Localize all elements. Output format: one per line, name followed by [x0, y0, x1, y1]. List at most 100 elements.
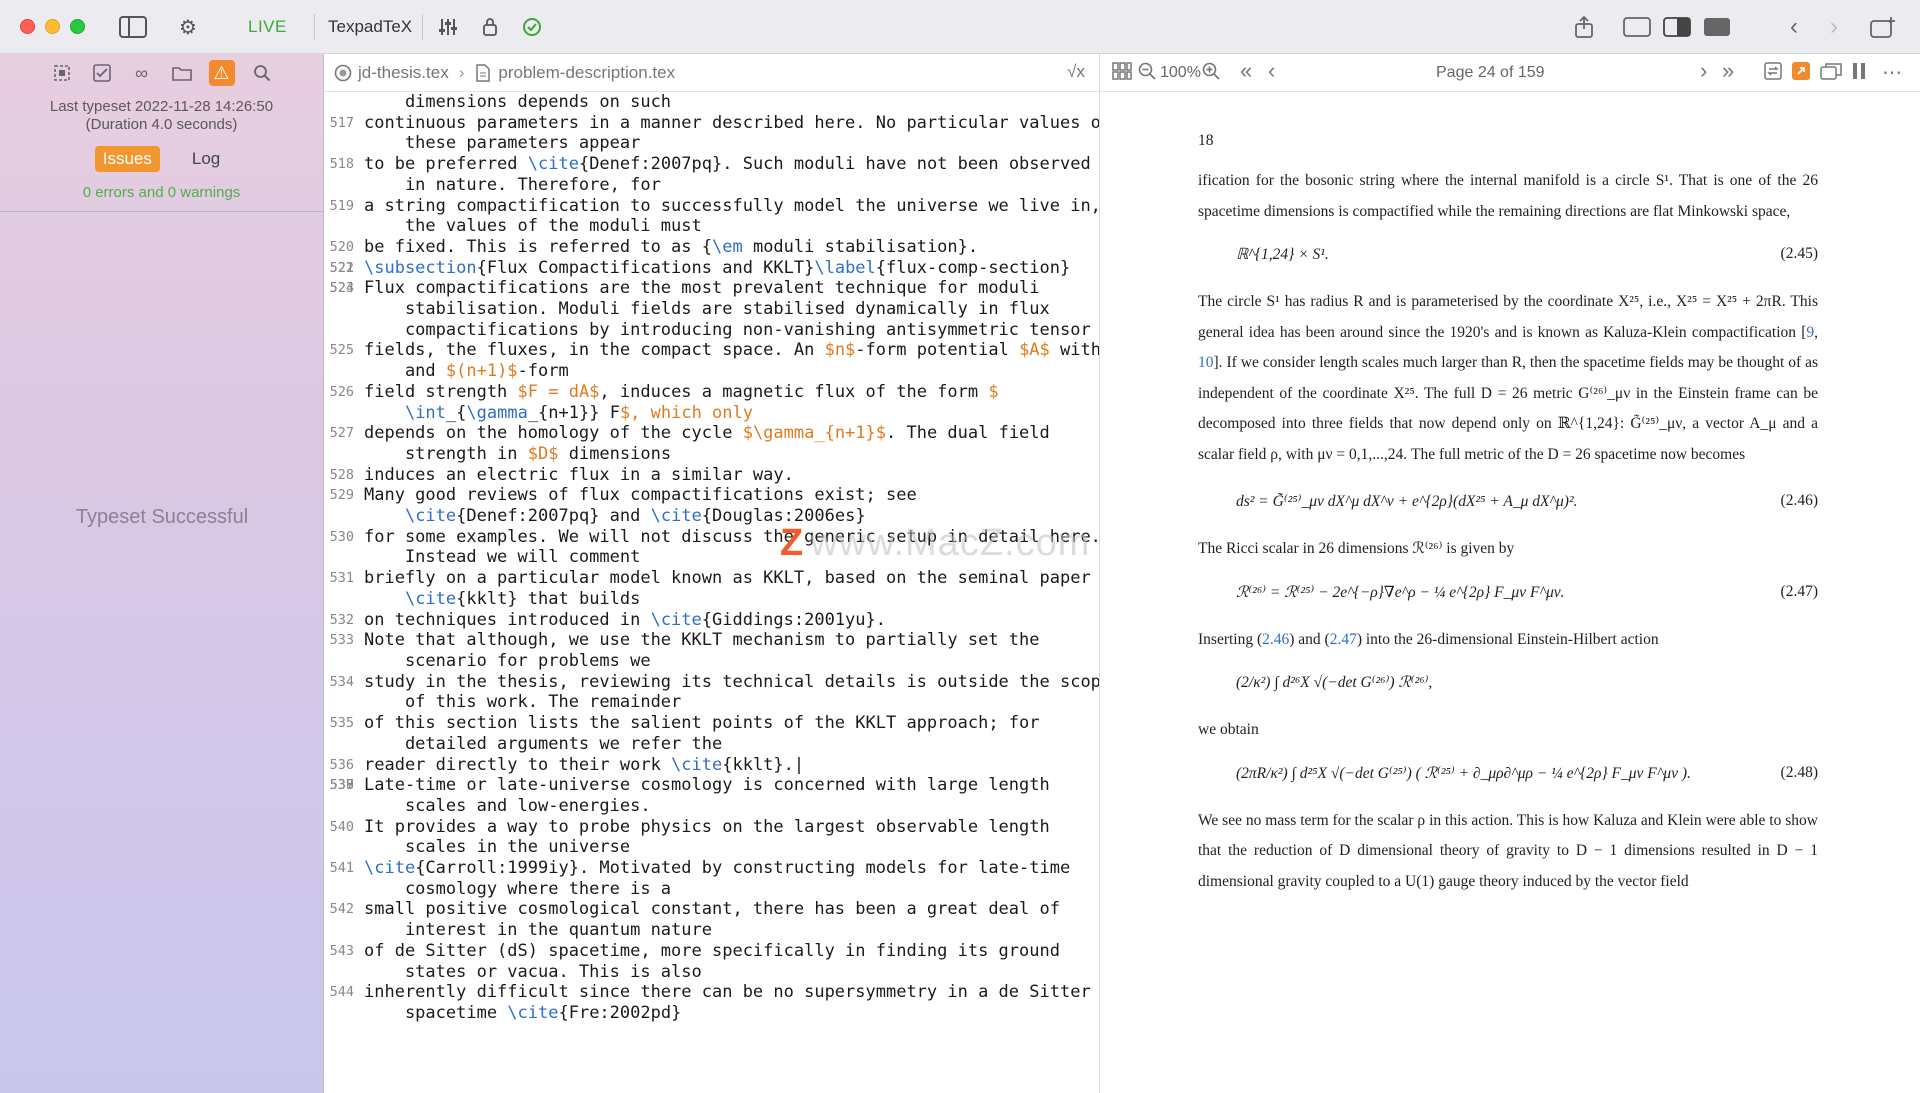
code-text: cosmology where there is a — [364, 878, 672, 899]
code-line[interactable]: 536 reader directly to their work \cite{k… — [324, 755, 1099, 776]
checklist-icon[interactable] — [89, 60, 115, 86]
last-page-icon[interactable]: » — [1722, 58, 1734, 84]
code-line[interactable]: dimensions depends on such — [324, 92, 1099, 113]
line-number: 542 — [329, 901, 354, 918]
code-line[interactable]: cosmology where there is a — [324, 878, 1099, 900]
code-text: in nature. Therefore, for — [364, 174, 661, 195]
code-line[interactable]: \cite{kklt} that builds — [324, 589, 1099, 610]
code-text: dimensions depends on such — [364, 92, 672, 112]
code-line[interactable]: 524 Flux compactifications are the most p… — [324, 278, 1099, 299]
line-number: 528 — [329, 466, 354, 483]
minimize-window-button[interactable] — [45, 19, 60, 34]
code-line[interactable]: in nature. Therefore, for — [324, 174, 1099, 196]
layout-right-icon[interactable] — [1700, 11, 1734, 43]
code-line[interactable]: 531 briefly on a particular model known a… — [324, 568, 1099, 589]
engine-selector[interactable]: TexpadTeX — [328, 11, 412, 43]
infinity-icon[interactable]: ∞ — [129, 60, 155, 86]
code-line[interactable]: \int_{\gamma_{n+1}} F$, which only — [324, 403, 1099, 424]
more-icon[interactable]: ⋯ — [1882, 60, 1902, 85]
code-line[interactable]: 517 continuous parameters in a manner des… — [324, 113, 1099, 134]
code-line[interactable]: 542 small positive cosmological constant,… — [324, 899, 1099, 920]
code-line[interactable]: of this work. The remainder — [324, 692, 1099, 713]
layout-left-icon[interactable] — [1620, 11, 1654, 43]
code-line[interactable]: 532 on techniques introduced in \cite{Gid… — [324, 610, 1099, 631]
code-line[interactable]: the values of the moduli must — [324, 216, 1099, 237]
pause-icon[interactable] — [1852, 62, 1866, 85]
code-line[interactable]: scenario for problems we — [324, 651, 1099, 672]
new-window-icon[interactable] — [1866, 11, 1900, 43]
code-line[interactable]: 534 study in the thesis, reviewing its te… — [324, 672, 1099, 693]
code-line[interactable]: scales and low-energies. — [324, 796, 1099, 817]
code-line[interactable]: and $(n+1)$-form — [324, 361, 1099, 382]
document-icon — [474, 63, 492, 82]
project-icon — [334, 64, 352, 82]
code-text: these parameters appear — [364, 133, 641, 154]
folder-icon[interactable] — [169, 60, 195, 86]
first-page-icon[interactable]: « — [1240, 58, 1252, 84]
zoom-window-button[interactable] — [70, 19, 85, 34]
zoom-in-icon[interactable] — [1202, 62, 1220, 85]
code-line[interactable]: scales in the universe — [324, 837, 1099, 858]
close-window-button[interactable] — [20, 19, 35, 34]
code-line[interactable]: 533 Note that although, we use the KKLT m… — [324, 630, 1099, 651]
zoom-level[interactable]: 100% — [1160, 64, 1201, 82]
code-line[interactable]: 526 field strength $F = dA$, induces a ma… — [324, 382, 1099, 403]
layout-split-icon[interactable] — [1660, 11, 1694, 43]
back-icon[interactable]: ‹ — [1782, 11, 1806, 43]
paragraph-text: ) and ( — [1289, 630, 1330, 648]
code-line[interactable]: 519 a string compactification to successf… — [324, 196, 1099, 217]
code-line[interactable]: strength in $D$ dimensions — [324, 444, 1099, 465]
code-line[interactable]: spacetime \cite{Fre:2002pd} — [324, 1003, 1099, 1024]
outline-icon[interactable] — [49, 60, 75, 86]
tab-issues[interactable]: Issues — [94, 146, 160, 172]
code-line[interactable]: 539 Late-time or late-universe cosmology … — [324, 775, 1099, 796]
sliders-icon[interactable] — [432, 11, 464, 43]
citation-link[interactable]: 10 — [1198, 354, 1214, 371]
share-icon[interactable] — [1568, 11, 1600, 43]
sync-icon[interactable] — [1764, 62, 1782, 85]
code-line[interactable]: 544 inherently difficult since there can … — [324, 982, 1099, 1003]
pdf-pane: 100% « ‹ Page 24 of 159 › » ⋯ 18 ificati… — [1100, 54, 1920, 1093]
next-page-icon[interactable]: › — [1700, 58, 1707, 84]
breadcrumb-file[interactable]: problem-description.tex — [498, 63, 675, 83]
code-line[interactable]: compactifications by introducing non-van… — [324, 320, 1099, 341]
forward-icon[interactable]: › — [1822, 11, 1846, 43]
code-line[interactable]: 520 be fixed. This is referred to as {\em… — [324, 237, 1099, 258]
code-line[interactable]: these parameters appear — [324, 133, 1099, 154]
code-line[interactable]: 528 induces an electric flux in a similar… — [324, 465, 1099, 486]
code-line[interactable]: 522 \subsection{Flux Compactifications an… — [324, 258, 1099, 279]
code-text: to be preferred \cite{Denef:2007pq}. Suc… — [364, 154, 1091, 175]
gear-icon[interactable]: ⚙ — [168, 11, 208, 43]
sidebar-toggle-icon[interactable] — [113, 11, 153, 43]
code-line[interactable]: detailed arguments we refer the — [324, 734, 1099, 755]
warning-icon[interactable]: ⚠ — [208, 60, 235, 86]
equation-link[interactable]: 2.47 — [1330, 631, 1357, 648]
code-line[interactable]: 525 fields, the fluxes, in the compact sp… — [324, 340, 1099, 361]
code-line[interactable]: 518 to be preferred \cite{Denef:2007pq}. … — [324, 154, 1099, 175]
sqrt-icon[interactable]: √x — [1067, 62, 1085, 82]
code-line[interactable]: interest in the quantum nature — [324, 920, 1099, 941]
check-circle-icon[interactable] — [516, 11, 548, 43]
breadcrumb-project[interactable]: jd-thesis.tex — [358, 63, 449, 83]
lock-icon[interactable] — [474, 11, 506, 43]
citation-link[interactable]: 9 — [1806, 324, 1814, 341]
prev-page-icon[interactable]: ‹ — [1268, 58, 1275, 84]
zoom-out-icon[interactable] — [1138, 62, 1156, 85]
search-icon[interactable] — [249, 60, 275, 86]
code-line[interactable]: 541 \cite{Carroll:1999iy}. Motivated by c… — [324, 858, 1099, 879]
code-line[interactable]: 527 depends on the homology of the cycle … — [324, 423, 1099, 444]
last-typeset-time: Last typeset 2022-11-28 14:26:50 — [49, 98, 274, 115]
code-line[interactable]: 543 of de Sitter (dS) spacetime, more spe… — [324, 941, 1099, 962]
code-line[interactable]: stabilisation. Moduli fields are stabili… — [324, 299, 1099, 320]
equation-link[interactable]: 2.46 — [1262, 631, 1289, 648]
windows-icon[interactable] — [1820, 62, 1842, 85]
open-external-icon[interactable] — [1792, 62, 1810, 85]
code-line[interactable]: 529 Many good reviews of flux compactific… — [324, 485, 1099, 506]
code-line[interactable]: states or vacua. This is also — [324, 962, 1099, 983]
code-line[interactable]: 535 of this section lists the salient poi… — [324, 713, 1099, 734]
code-line[interactable]: 540 It provides a way to probe physics on… — [324, 817, 1099, 838]
tab-log[interactable]: Log — [184, 146, 228, 172]
line-number: 544 — [329, 984, 354, 1001]
live-toggle[interactable]: LIVE — [248, 11, 287, 43]
grid-icon[interactable] — [1112, 62, 1132, 85]
